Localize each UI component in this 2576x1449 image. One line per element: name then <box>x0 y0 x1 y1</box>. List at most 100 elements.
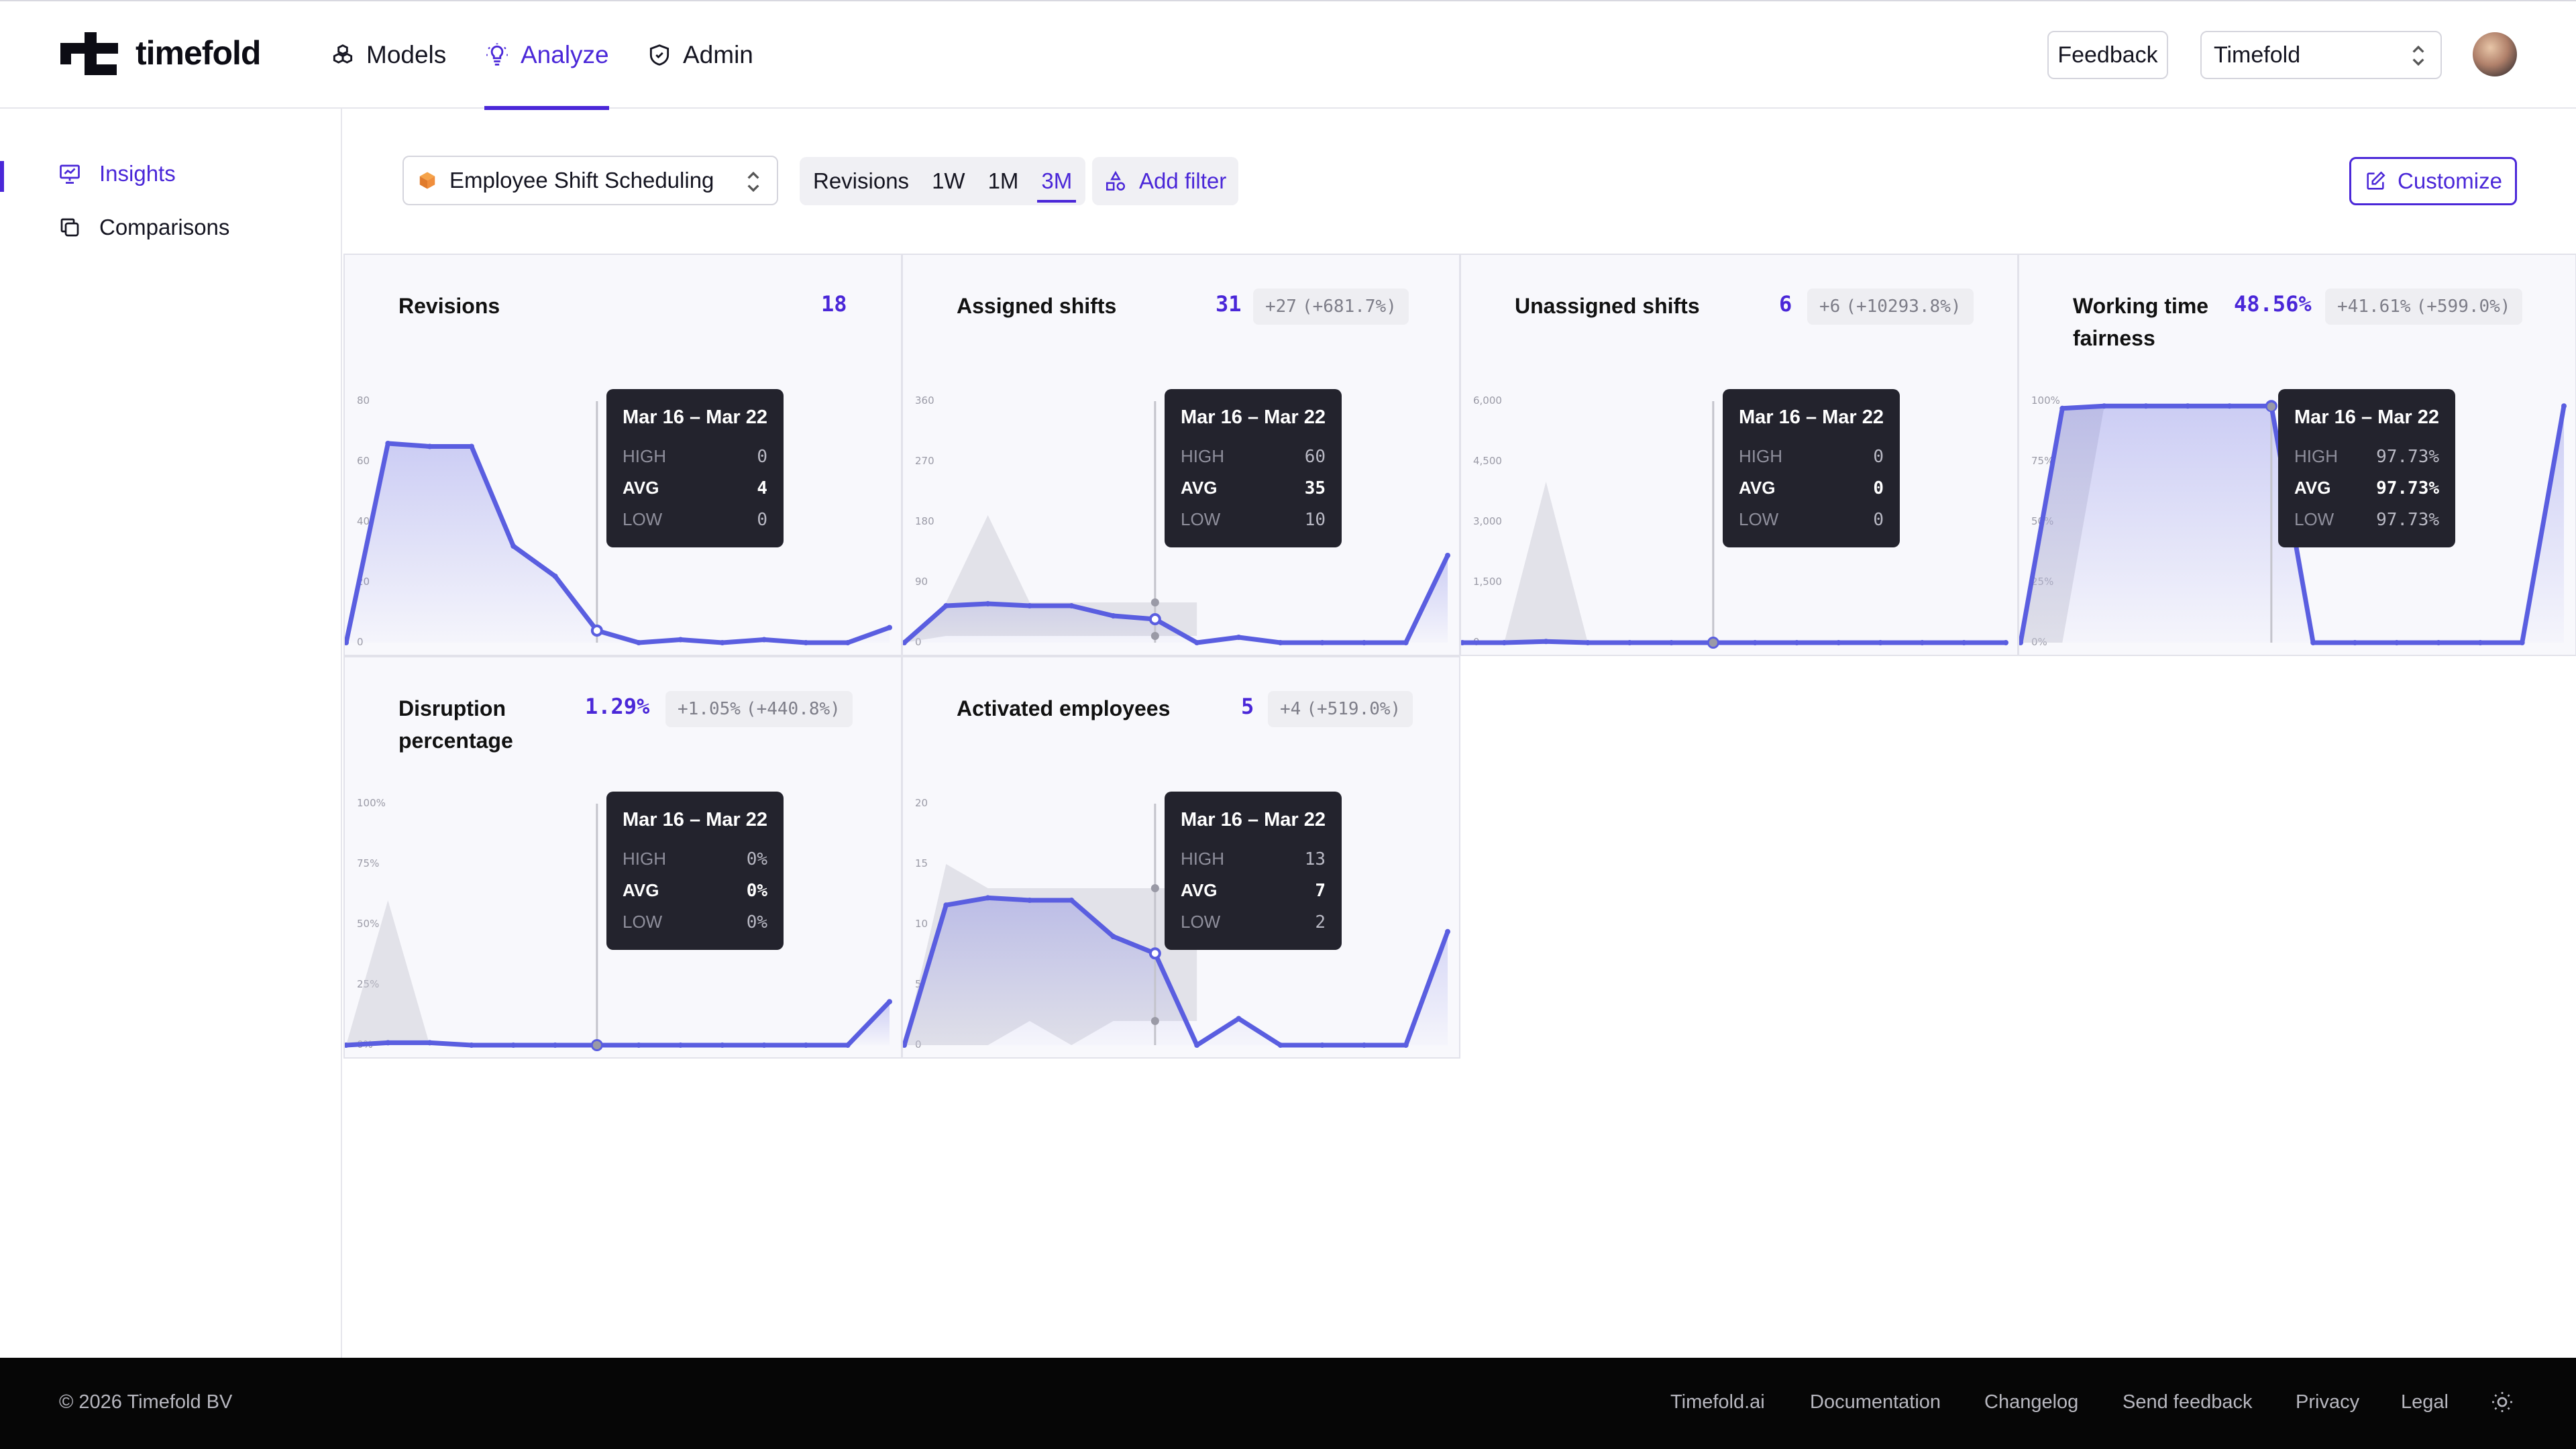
insight-card[interactable]: Working time fairness 48.56% +41.61% (+599.… <box>2018 254 2576 656</box>
nav-analyze[interactable]: Analyze <box>484 1 609 110</box>
range-1m[interactable]: 1M <box>984 157 1023 205</box>
y-tick-label: 100% <box>357 797 386 809</box>
footer: © 2026 Timefold BV Timefold.ai Documenta… <box>0 1358 2576 1449</box>
footer-link-timefold[interactable]: Timefold.ai <box>1670 1391 1765 1413</box>
data-point <box>1585 640 1591 645</box>
data-point <box>2310 640 2316 645</box>
tooltip-label-low: LOW <box>623 509 663 529</box>
data-point <box>1361 640 1367 645</box>
footer-link-privacy[interactable]: Privacy <box>2296 1391 2359 1413</box>
logo-text: timefold <box>136 34 261 72</box>
tooltip-value-avg: 35 <box>1304 478 1326 498</box>
card-value: 5 <box>1241 694 1254 719</box>
data-point <box>943 603 949 608</box>
tooltip-label-high: HIGH <box>2294 446 2338 466</box>
insight-card[interactable]: Disruption percentage 1.29% +1.05% (+440.8%… <box>343 656 902 1059</box>
tooltip-row-avg: AVG 35 <box>1181 472 1326 504</box>
min-max-band <box>346 900 639 1045</box>
tooltip-label-low: LOW <box>1181 912 1221 932</box>
data-point <box>1919 640 1925 645</box>
card-delta: +41.61% <box>2337 297 2411 317</box>
data-point <box>985 895 991 901</box>
copyright-text: © 2026 Timefold BV <box>59 1391 233 1413</box>
data-point <box>1627 640 1633 645</box>
tooltip-title: Mar 16 – Mar 22 <box>2294 407 2440 428</box>
footer-link-changelog[interactable]: Changelog <box>1984 1391 2078 1413</box>
nav-models[interactable]: Models <box>330 1 446 109</box>
range-1w[interactable]: 1W <box>928 157 969 205</box>
tooltip-value-avg: 97.73% <box>2376 478 2439 498</box>
data-point <box>2352 640 2358 645</box>
band-marker <box>1150 1017 1159 1025</box>
data-point <box>1277 1042 1283 1048</box>
edit-icon <box>2367 171 2385 190</box>
card-value: 31 <box>1216 291 1242 317</box>
tooltip-value-high: 13 <box>1304 849 1326 869</box>
cube-stack-icon <box>333 44 353 64</box>
data-point <box>1194 1042 1200 1048</box>
sidebar-item-comparisons-label: Comparisons <box>99 215 230 239</box>
feedback-button[interactable]: Feedback <box>2047 31 2168 79</box>
tooltip-value-low: 10 <box>1304 509 1326 530</box>
data-point <box>1752 640 1758 645</box>
tooltip-label-low: LOW <box>1181 509 1221 529</box>
scenario-select[interactable]: Employee Shift Scheduling <box>402 156 778 205</box>
footer-link-send-feedback[interactable]: Send feedback <box>2123 1391 2252 1413</box>
tooltip-value-low: 0 <box>757 509 767 530</box>
footer-link-legal[interactable]: Legal <box>2401 1391 2449 1413</box>
data-point <box>427 443 433 449</box>
insight-card[interactable]: Revisions18020406080Mar 16 – Mar 22HIGH0… <box>343 254 902 656</box>
y-tick-label: 90 <box>915 576 928 588</box>
sidebar-item-insights[interactable]: Insights <box>58 161 176 186</box>
data-point <box>2394 640 2400 645</box>
data-point <box>468 1042 474 1048</box>
y-tick-label: 80 <box>357 394 370 407</box>
data-point <box>1236 635 1242 640</box>
tooltip-label-high: HIGH <box>1181 849 1224 869</box>
data-point <box>552 1042 558 1048</box>
add-filter-button[interactable]: Add filter <box>1092 157 1239 205</box>
footer-link-documentation[interactable]: Documentation <box>1810 1391 1941 1413</box>
logo[interactable]: timefold <box>58 30 261 76</box>
organization-select[interactable]: Timefold <box>2200 31 2442 79</box>
tooltip-row-low: LOW 0 <box>623 504 767 535</box>
tooltip-label-avg: AVG <box>1739 478 1776 498</box>
data-point <box>385 1040 391 1046</box>
range-3m[interactable]: 3M <box>1037 157 1077 205</box>
tooltip-value-low: 0 <box>1873 509 1884 530</box>
tooltip-row-low: LOW 0 <box>1739 504 1884 535</box>
add-filter-label: Add filter <box>1139 168 1227 193</box>
insight-card[interactable]: Activated employees5+4(+519.0%)05101520M… <box>902 656 1460 1059</box>
y-tick-label: 20 <box>915 797 928 809</box>
y-tick-label: 50% <box>357 918 379 930</box>
data-point <box>761 1042 767 1048</box>
tooltip-label-high: HIGH <box>1181 446 1224 466</box>
data-point <box>511 1042 517 1048</box>
tooltip-value-avg: 4 <box>757 478 767 498</box>
y-tick-label: 40 <box>357 515 370 527</box>
card-delta: +27 <box>1265 297 1297 317</box>
sidebar-item-insights-label: Insights <box>99 161 176 186</box>
nav-admin[interactable]: Admin <box>647 1 753 109</box>
data-point <box>1148 613 1161 625</box>
insight-card[interactable]: Assigned shifts31+27(+681.7%)09018027036… <box>902 254 1460 656</box>
nav-analyze-label: Analyze <box>521 41 609 68</box>
data-point <box>803 640 809 645</box>
customize-button[interactable]: Customize <box>2349 157 2517 205</box>
data-point <box>1361 1042 1367 1048</box>
sidebar-item-comparisons[interactable]: Comparisons <box>58 215 229 240</box>
min-max-band <box>1462 482 1756 643</box>
chevron-up-down-icon <box>2412 45 2424 66</box>
chart-tooltip: Mar 16 – Mar 22 HIGH 60 AVG 35 LOW 10 <box>1165 389 1342 547</box>
cube-icon <box>419 172 435 189</box>
data-point <box>678 637 684 643</box>
sun-icon[interactable] <box>2490 1390 2514 1414</box>
data-point <box>887 999 892 1005</box>
data-point <box>1501 640 1507 645</box>
data-point <box>1445 553 1450 558</box>
tooltip-label-high: HIGH <box>623 446 666 466</box>
tooltip-value-high: 0% <box>746 849 767 869</box>
user-avatar[interactable] <box>2473 32 2517 76</box>
insight-card[interactable]: Unassigned shifts 6 +6 (+10293.8%) 0 1,500 3,0… <box>1460 254 2019 656</box>
data-point <box>2059 405 2065 411</box>
